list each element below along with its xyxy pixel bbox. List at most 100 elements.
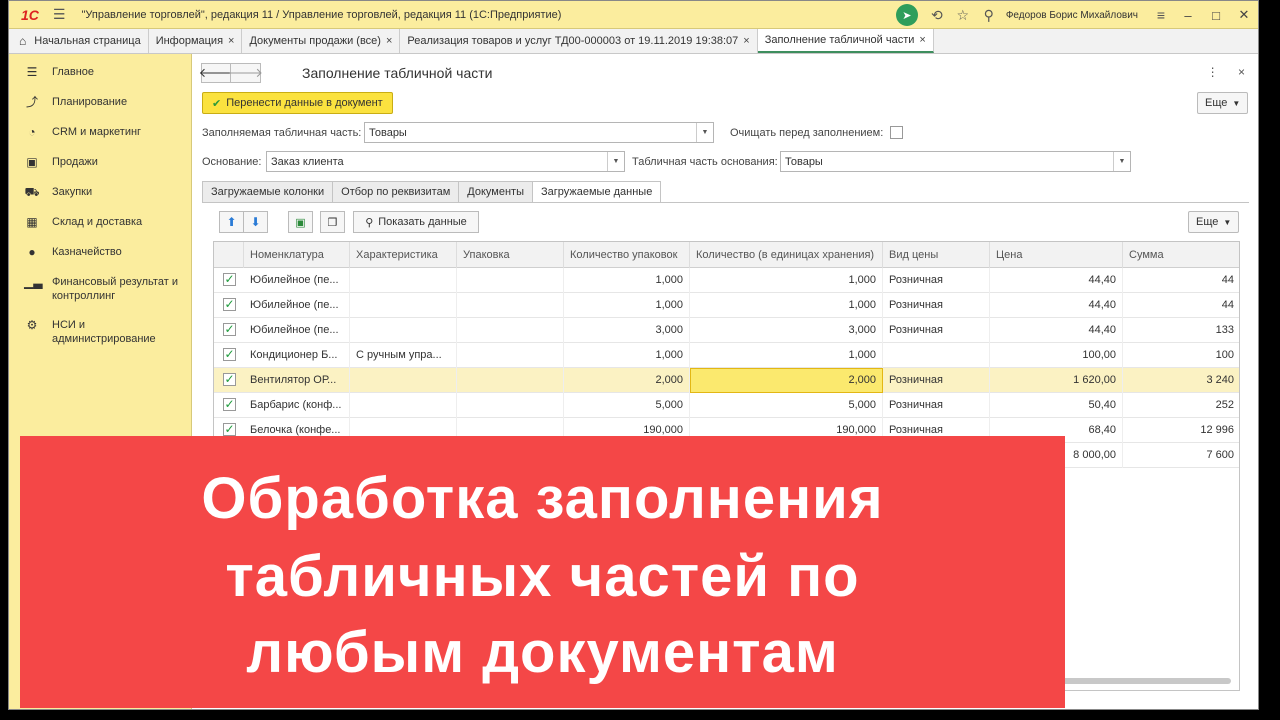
row-checkbox[interactable]: ✓ <box>223 323 236 336</box>
column-header-characteristic[interactable]: Характеристика <box>350 242 457 268</box>
cell-price-type[interactable]: Розничная <box>883 393 990 418</box>
cell-pack[interactable] <box>457 318 564 343</box>
basis-table-select[interactable]: Товары ▼ <box>780 151 1131 172</box>
cell-price[interactable]: 44,40 <box>990 318 1123 343</box>
sidebar-item-treasury[interactable]: ● Казначейство <box>9 245 192 259</box>
tab-documents[interactable]: Документы <box>458 181 533 203</box>
cell-name[interactable]: Юбилейное (пе... <box>244 268 350 293</box>
close-tab-icon[interactable]: × <box>228 35 234 47</box>
cell-qty-pack[interactable]: 1,000 <box>564 268 690 293</box>
table-row[interactable]: ✓ Вентилятор ОР... 2,000 2,000 Розничная 1 62… <box>214 368 1239 393</box>
table-row[interactable]: ✓ Юбилейное (пе... 1,000 1,000 Розничная 44,4… <box>214 293 1239 318</box>
sidebar-item-admin[interactable]: ⚙ НСИ и администрирование <box>9 318 192 346</box>
move-up-button[interactable]: ⬆ <box>219 211 244 233</box>
cell-price[interactable]: 50,40 <box>990 393 1123 418</box>
tab-filter-by-attributes[interactable]: Отбор по реквизитам <box>332 181 460 203</box>
cell-price-type[interactable]: Розничная <box>883 293 990 318</box>
sidebar-item-warehouse[interactable]: ▦ Склад и доставка <box>9 215 192 229</box>
sidebar-item-main[interactable]: ☰ Главное <box>9 65 192 79</box>
cell-name[interactable]: Кондиционер Б... <box>244 343 350 368</box>
column-header-sum[interactable]: Сумма <box>1123 242 1239 268</box>
cell-qty-pack[interactable]: 1,000 <box>564 293 690 318</box>
cell-price-type[interactable]: Розничная <box>883 268 990 293</box>
table-row[interactable]: ✓ Юбилейное (пе... 3,000 3,000 Розничная 44,4… <box>214 318 1239 343</box>
cell-char[interactable] <box>350 368 457 393</box>
sidebar-item-crm[interactable]: ◔ CRM и маркетинг <box>9 125 192 139</box>
cell-sum[interactable]: 133 <box>1123 318 1239 343</box>
dropdown-icon[interactable]: ▼ <box>607 152 624 171</box>
cell-price-type[interactable] <box>883 343 990 368</box>
cell-sum[interactable]: 3 240 <box>1123 368 1239 393</box>
sidebar-item-financial-result[interactable]: ▁▃ Финансовый результат и контроллинг <box>9 275 192 303</box>
cell-price[interactable]: 44,40 <box>990 293 1123 318</box>
column-header-storage-qty[interactable]: Количество (в единицах хранения) <box>690 242 883 268</box>
transfer-data-button[interactable]: ✔ Перенести данные в документ <box>202 92 393 114</box>
forward-button[interactable]: 🡒 <box>228 63 263 83</box>
column-header-package[interactable]: Упаковка <box>457 242 564 268</box>
cell-price[interactable]: 100,00 <box>990 343 1123 368</box>
fill-table-select[interactable]: Товары ▼ <box>364 122 714 143</box>
sidebar-item-sales[interactable]: ▣ Продажи <box>9 155 192 169</box>
close-window-button[interactable]: ✕ <box>1230 7 1258 23</box>
cell-price[interactable]: 1 620,00 <box>990 368 1123 393</box>
cell-qty[interactable]: 1,000 <box>690 268 883 293</box>
table-more-button[interactable]: Еще ▼ <box>1188 211 1240 233</box>
sidebar-item-purchases[interactable]: ⛟ Закупки <box>9 185 192 199</box>
table-row[interactable]: ✓ Барбарис (конф... 5,000 5,000 Розничная 50,… <box>214 393 1239 418</box>
show-data-button[interactable]: ⚲ Показать данные <box>353 211 479 233</box>
table-row[interactable]: ✓ Кондиционер Б... С ручным упра... 1,000 1,… <box>214 343 1239 368</box>
cell-qty-pack[interactable]: 5,000 <box>564 393 690 418</box>
check-all-button[interactable]: ▣ <box>288 211 313 233</box>
cell-char[interactable] <box>350 393 457 418</box>
cell-sum[interactable]: 44 <box>1123 268 1239 293</box>
column-header-price[interactable]: Цена <box>990 242 1123 268</box>
cell-qty[interactable]: 2,000 <box>690 368 883 393</box>
tab-sales-documents[interactable]: Документы продажи (все) × <box>242 29 401 53</box>
cell-char[interactable]: С ручным упра... <box>350 343 457 368</box>
move-down-button[interactable]: ⬇ <box>243 211 268 233</box>
cell-qty-pack[interactable]: 1,000 <box>564 343 690 368</box>
cell-sum[interactable]: 44 <box>1123 293 1239 318</box>
more-actions-icon[interactable]: ⋮ <box>1207 65 1219 79</box>
back-button[interactable]: 🡐 <box>199 63 233 83</box>
row-checkbox[interactable]: ✓ <box>223 273 236 286</box>
cell-qty[interactable]: 1,000 <box>690 293 883 318</box>
tab-loaded-data[interactable]: Загружаемые данные <box>531 181 662 203</box>
cell-pack[interactable] <box>457 393 564 418</box>
dropdown-icon[interactable]: ▼ <box>696 123 713 142</box>
cell-pack[interactable] <box>457 293 564 318</box>
clear-before-fill-checkbox[interactable] <box>890 126 903 139</box>
tab-sales-invoice[interactable]: Реализация товаров и услуг ТД00-000003 о… <box>400 29 758 53</box>
column-header-package-qty[interactable]: Количество упаковок <box>564 242 690 268</box>
cell-name[interactable]: Вентилятор ОР... <box>244 368 350 393</box>
close-tab-icon[interactable]: × <box>743 35 749 47</box>
column-header-price-type[interactable]: Вид цены <box>883 242 990 268</box>
cell-qty-pack[interactable]: 3,000 <box>564 318 690 343</box>
cell-sum[interactable]: 12 996 <box>1123 418 1239 443</box>
cell-qty[interactable]: 1,000 <box>690 343 883 368</box>
cell-pack[interactable] <box>457 268 564 293</box>
row-checkbox[interactable]: ✓ <box>223 298 236 311</box>
row-checkbox[interactable]: ✓ <box>223 423 236 436</box>
tab-information[interactable]: Информация × <box>149 29 243 53</box>
cell-price-type[interactable]: Розничная <box>883 318 990 343</box>
sidebar-item-planning[interactable]: ⤴ Планирование <box>9 95 192 109</box>
cell-name[interactable]: Юбилейное (пе... <box>244 318 350 343</box>
cell-sum[interactable]: 252 <box>1123 393 1239 418</box>
tab-home[interactable]: ⌂ Начальная страница <box>9 29 149 53</box>
cell-char[interactable] <box>350 318 457 343</box>
more-button[interactable]: Еще ▼ <box>1197 92 1249 114</box>
minimize-button[interactable]: – <box>1174 8 1202 23</box>
cell-price[interactable]: 44,40 <box>990 268 1123 293</box>
star-icon[interactable]: ☆ <box>950 7 976 24</box>
telegram-icon[interactable]: ➤ <box>895 4 918 26</box>
dropdown-icon[interactable]: ▼ <box>1113 152 1130 171</box>
cell-name[interactable]: Юбилейное (пе... <box>244 293 350 318</box>
table-row[interactable]: ✓ Юбилейное (пе... 1,000 1,000 Розничная 44,4… <box>214 268 1239 293</box>
current-user[interactable]: Федоров Борис Михайлович <box>1006 10 1138 21</box>
cell-sum[interactable]: 7 600 <box>1123 443 1239 468</box>
maximize-button[interactable]: □ <box>1202 8 1230 23</box>
row-checkbox[interactable]: ✓ <box>223 398 236 411</box>
scroll-thumb[interactable] <box>1059 678 1231 684</box>
cell-qty-pack[interactable]: 2,000 <box>564 368 690 393</box>
